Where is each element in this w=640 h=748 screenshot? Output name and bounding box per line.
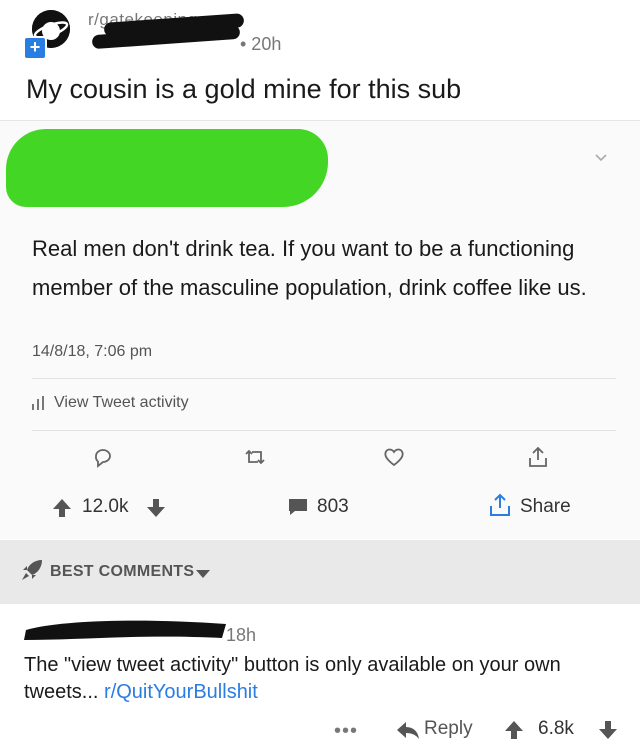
post-score: 12.0k (82, 496, 129, 517)
upvote-icon[interactable] (52, 498, 72, 518)
reply-icon[interactable] (92, 446, 114, 468)
upvote-icon[interactable] (504, 720, 524, 740)
post-action-bar: 12.0k 803 Share (0, 480, 640, 536)
caret-down-icon (196, 570, 210, 578)
post-title[interactable]: My cousin is a gold mine for this sub (26, 74, 461, 105)
view-tweet-activity[interactable]: View Tweet activity (32, 394, 189, 412)
heart-icon[interactable] (383, 446, 405, 468)
divider (32, 378, 616, 379)
retweet-icon[interactable] (244, 446, 266, 468)
share-icon[interactable] (487, 492, 513, 518)
post-time: • 20h (240, 34, 282, 54)
tweet-text: Real men don't drink tea. If you want to… (32, 236, 587, 300)
subreddit-link[interactable]: r/QuitYourBullshit (104, 681, 258, 703)
more-options-button[interactable]: ••• (334, 720, 358, 743)
name-redaction (6, 129, 328, 207)
reply-arrow-icon[interactable] (396, 720, 420, 740)
tweet-image[interactable]: Real men don't drink tea. If you want to… (0, 121, 640, 539)
tweet-date: 14/8/18, 7:06 pm (32, 343, 153, 360)
rocket-icon (22, 560, 42, 580)
comment-sort-bar[interactable]: BEST COMMENTS (0, 540, 640, 604)
author-redaction (24, 620, 226, 640)
sort-label: BEST COMMENTS (50, 563, 195, 580)
bar-chart-icon (32, 395, 44, 410)
comment-score: 6.8k (538, 718, 574, 739)
reply-button[interactable]: Reply (424, 718, 473, 740)
comment-body: The "view tweet activity" button is only… (24, 652, 624, 706)
comment-count[interactable]: 803 (317, 496, 349, 518)
view-tweet-activity-label: View Tweet activity (54, 394, 189, 411)
comment: 18h The "view tweet activity" button is … (0, 604, 640, 748)
share-icon[interactable] (527, 446, 549, 468)
divider (32, 430, 616, 431)
join-subreddit-button[interactable]: + (23, 36, 47, 60)
comment-time: 18h (226, 625, 257, 645)
comment-icon[interactable] (287, 497, 309, 517)
post-header: + r/gatekeeping • 20h My cousin is a gol… (0, 0, 640, 120)
share-button[interactable]: Share (520, 496, 571, 518)
chevron-down-icon[interactable] (594, 151, 608, 165)
downvote-icon[interactable] (146, 498, 166, 518)
downvote-icon[interactable] (598, 720, 618, 740)
